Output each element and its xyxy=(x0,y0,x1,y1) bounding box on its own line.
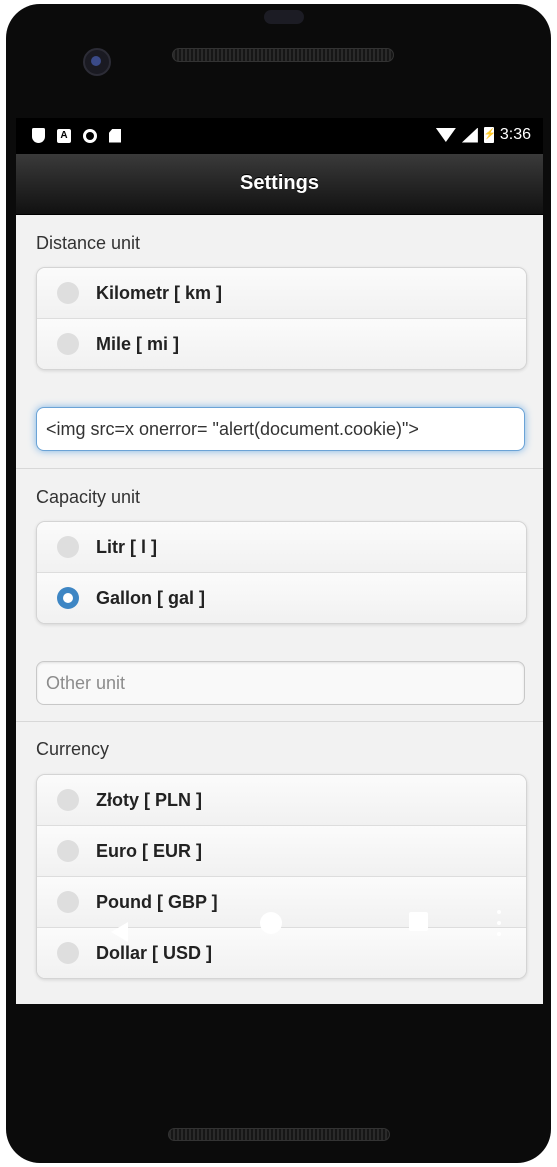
app-header: Settings xyxy=(16,154,543,215)
option-label: Euro [ EUR ] xyxy=(96,841,202,861)
option-kilometr[interactable]: Kilometr [ km ] xyxy=(37,268,526,318)
sd-card-icon xyxy=(109,128,121,143)
option-euro[interactable]: Euro [ EUR ] xyxy=(37,825,526,876)
settings-content: Distance unit Kilometr [ km ] Mile [ mi … xyxy=(16,215,543,1004)
distance-unit-options: Kilometr [ km ] Mile [ mi ] xyxy=(36,267,527,370)
status-time: 3:36 xyxy=(499,126,531,143)
option-label: Złoty [ PLN ] xyxy=(96,790,202,810)
radio-selected-icon[interactable] xyxy=(57,587,79,609)
currency-label: Currency xyxy=(36,739,110,759)
screen: A 3:36 Settings Distance unit Kilometr [… xyxy=(16,118,543,1004)
capacity-unit-label: Capacity unit xyxy=(36,487,141,507)
radio-icon[interactable] xyxy=(57,282,79,304)
a-notification-icon: A xyxy=(57,128,71,143)
bottom-speaker xyxy=(168,1128,390,1141)
sensor-notch xyxy=(264,10,304,24)
option-gallon[interactable]: Gallon [ gal ] xyxy=(37,572,526,623)
front-camera xyxy=(83,48,111,76)
radio-icon[interactable] xyxy=(57,891,79,913)
option-label: Mile [ mi ] xyxy=(96,334,180,354)
option-litr[interactable]: Litr [ l ] xyxy=(37,522,526,572)
wifi-icon xyxy=(435,128,456,142)
capacity-unit-options: Litr [ l ] Gallon [ gal ] xyxy=(36,521,527,624)
battery-charging-icon xyxy=(483,127,494,143)
distance-unit-label: Distance unit xyxy=(36,233,141,253)
signal-icon xyxy=(461,127,478,143)
distance-custom-input[interactable] xyxy=(36,407,525,451)
option-zloty[interactable]: Złoty [ PLN ] xyxy=(37,775,526,825)
option-label: Litr [ l ] xyxy=(96,537,157,557)
radio-icon[interactable] xyxy=(57,789,79,811)
radio-icon[interactable] xyxy=(57,840,79,862)
radio-icon[interactable] xyxy=(57,942,79,964)
currency-options: Złoty [ PLN ] Euro [ EUR ] Pound [ GBP ]… xyxy=(36,774,527,979)
menu-icon[interactable] xyxy=(497,910,501,936)
home-icon[interactable] xyxy=(260,912,282,934)
option-label: Pound [ GBP ] xyxy=(96,892,218,912)
radio-icon[interactable] xyxy=(57,333,79,355)
page-title: Settings xyxy=(240,172,319,194)
option-label: Gallon [ gal ] xyxy=(96,588,206,608)
radio-icon[interactable] xyxy=(57,536,79,558)
section-divider xyxy=(16,721,543,722)
section-divider xyxy=(16,468,543,469)
shield-icon xyxy=(32,128,45,143)
other-unit-input[interactable] xyxy=(36,661,525,705)
record-icon xyxy=(83,128,97,143)
option-label: Kilometr [ km ] xyxy=(96,283,223,303)
option-mile[interactable]: Mile [ mi ] xyxy=(37,318,526,369)
phone-frame: A 3:36 Settings Distance unit Kilometr [… xyxy=(6,4,551,1163)
earpiece-speaker xyxy=(172,48,394,62)
recents-icon[interactable] xyxy=(409,912,428,931)
back-icon[interactable] xyxy=(111,922,128,942)
status-bar: A 3:36 xyxy=(16,118,543,154)
